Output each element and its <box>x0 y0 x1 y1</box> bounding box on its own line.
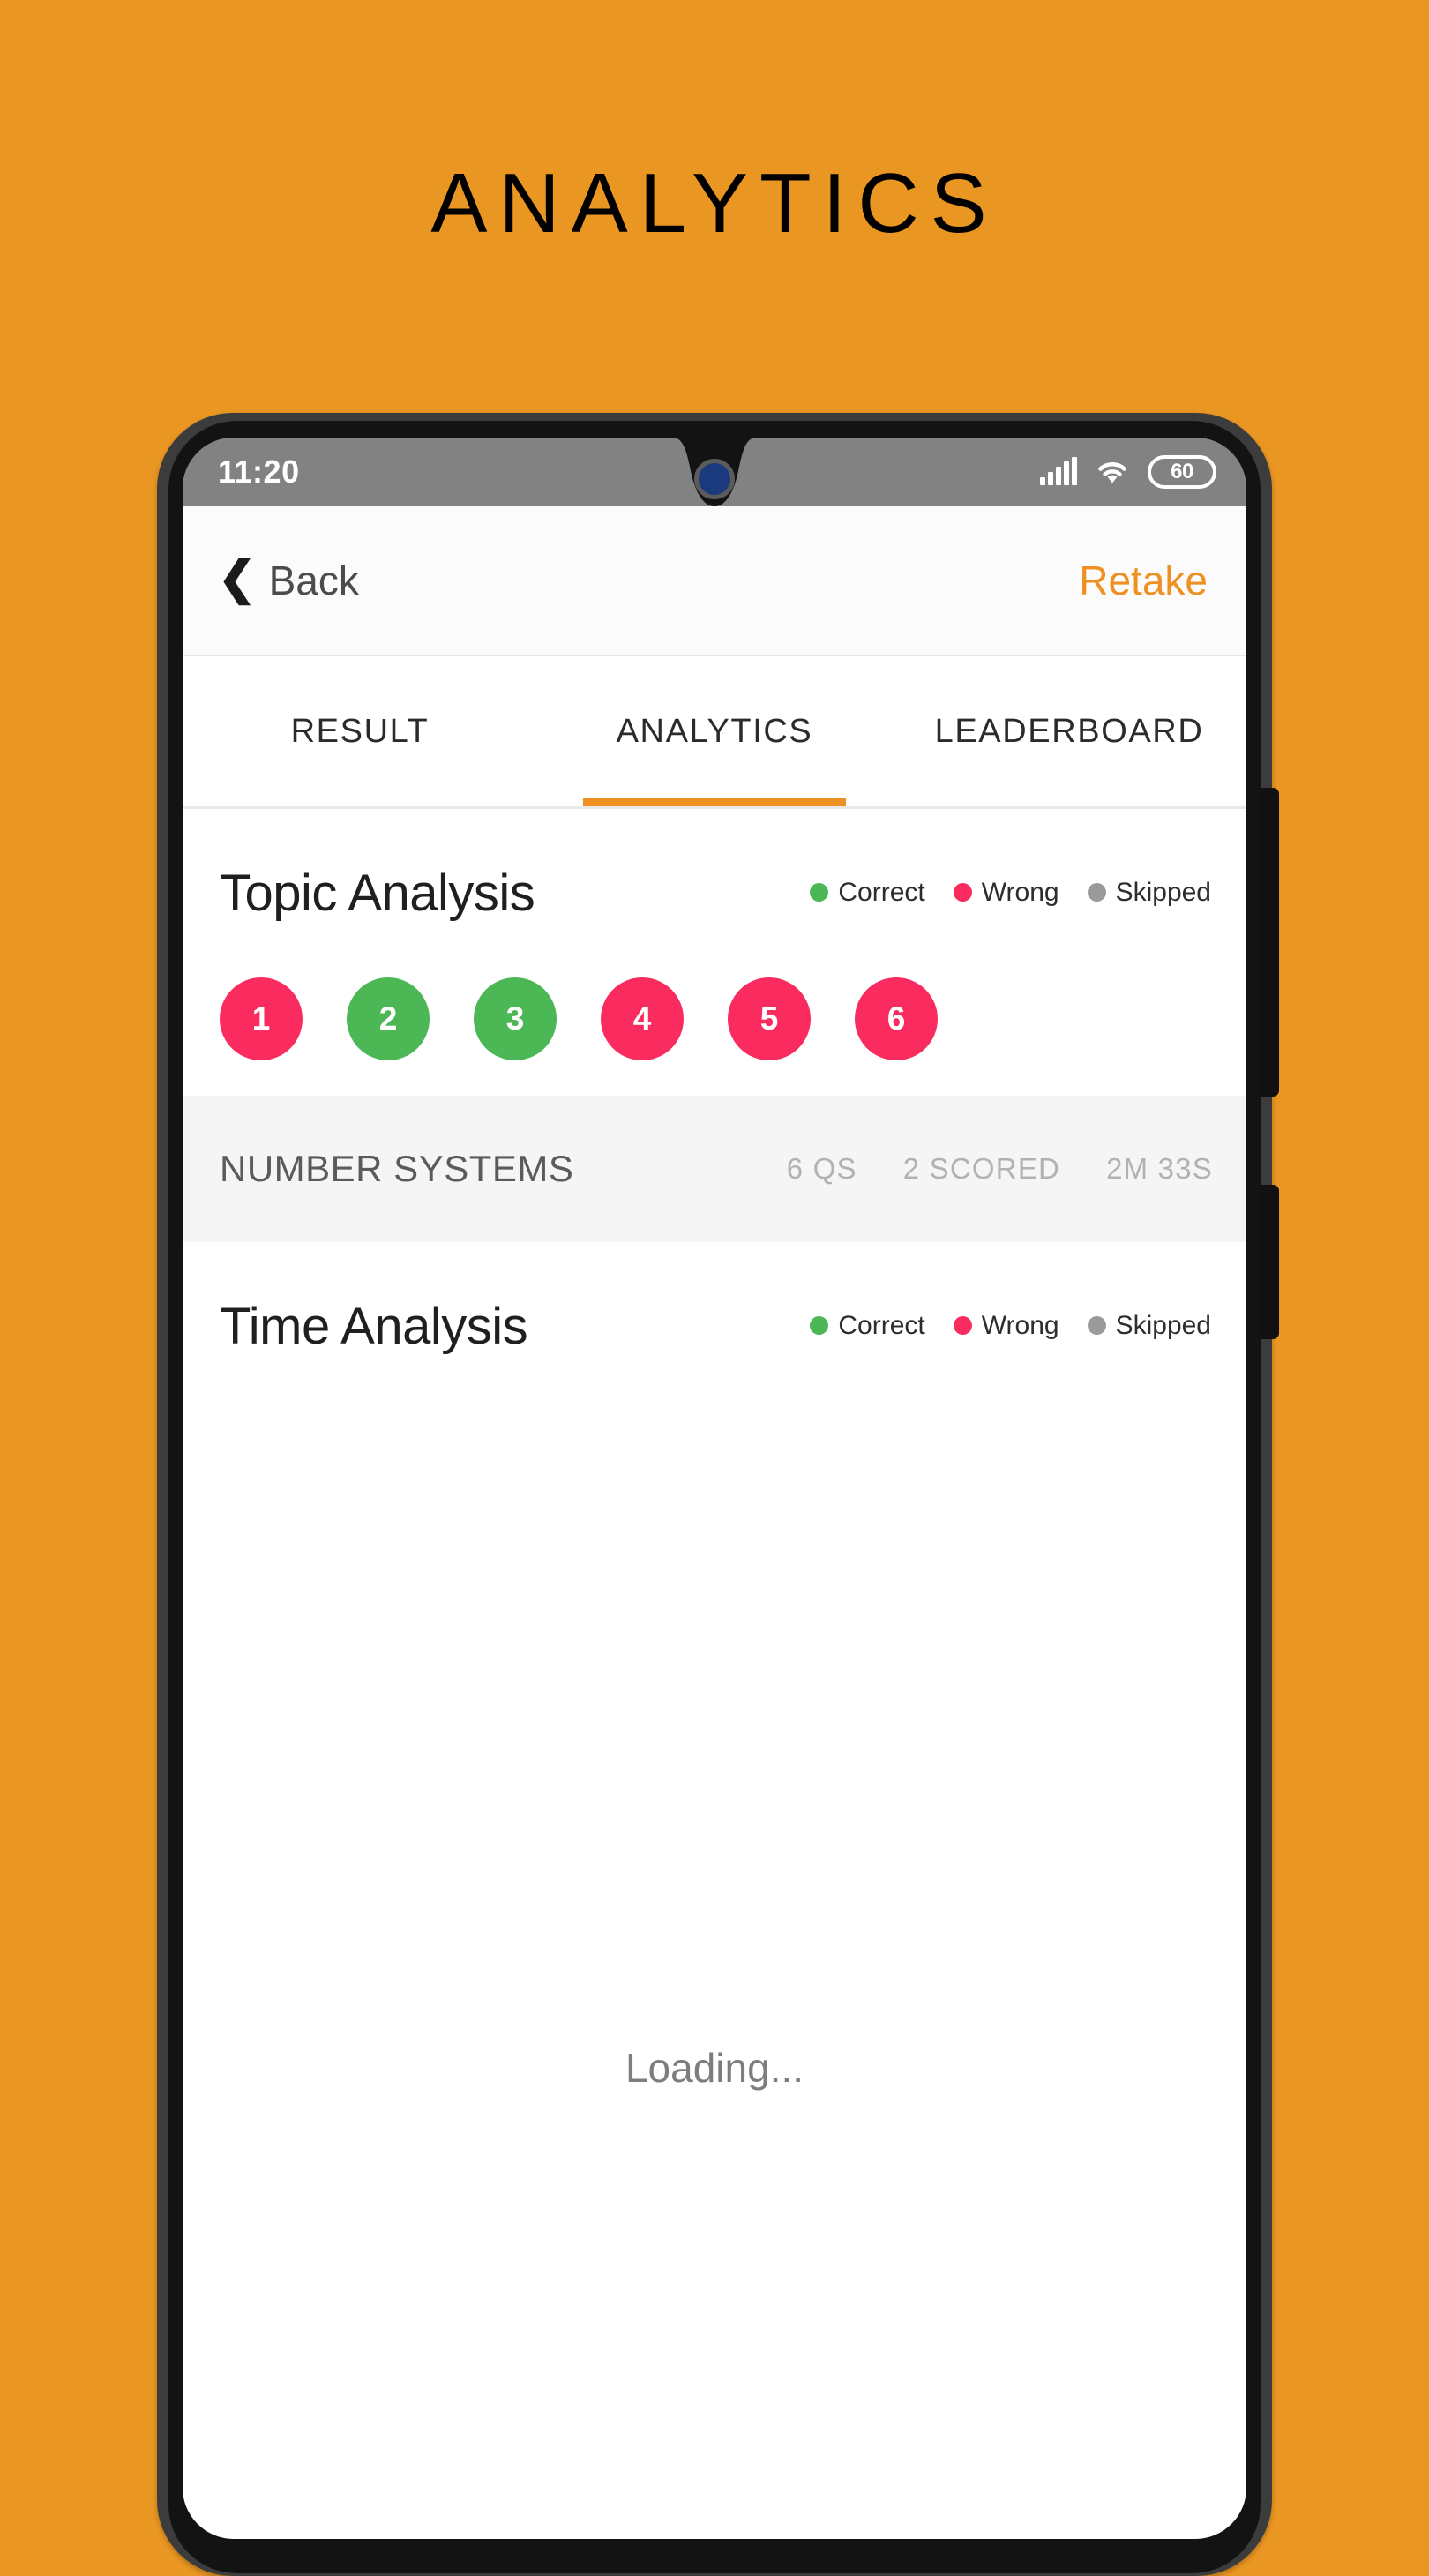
front-camera-icon <box>694 459 735 499</box>
topic-analysis-title: Topic Analysis <box>220 865 535 922</box>
legend-item-wrong: Wrong <box>953 1310 1059 1341</box>
battery-level: 60 <box>1171 460 1193 483</box>
legend-item-skipped: Skipped <box>1087 877 1211 908</box>
question-bubble-list: 1 2 3 4 5 6 <box>183 923 1246 1096</box>
legend-item-correct: Correct <box>810 877 925 908</box>
topic-stat-time: 2M 33S <box>1106 1152 1213 1185</box>
wifi-icon <box>1095 459 1130 485</box>
legend-item-skipped: Skipped <box>1087 1310 1211 1341</box>
question-bubble[interactable]: 6 <box>855 977 938 1060</box>
question-bubble[interactable]: 2 <box>347 977 430 1060</box>
battery-icon: 60 <box>1148 455 1216 489</box>
legend-dot-wrong-icon <box>953 1316 972 1335</box>
topic-name: NUMBER SYSTEMS <box>220 1148 574 1189</box>
tab-leaderboard[interactable]: LEADERBOARD <box>892 656 1246 806</box>
legend-item-correct: Correct <box>810 1310 925 1341</box>
page-root: ANALYTICS 11:20 60 ❮ Back Retake RESULT … <box>0 0 1429 2576</box>
topic-analysis-header: Topic Analysis Correct Wrong Skipped <box>183 809 1246 923</box>
legend-item-wrong: Wrong <box>953 877 1059 908</box>
legend-dot-skipped-icon <box>1087 883 1106 902</box>
signal-bars-icon <box>1040 457 1077 485</box>
tab-analytics[interactable]: ANALYTICS <box>537 656 892 806</box>
topic-stat-questions: 6 QS <box>786 1152 857 1185</box>
legend-label-skipped: Skipped <box>1115 1310 1211 1340</box>
time-analysis-title: Time Analysis <box>220 1298 528 1355</box>
status-icons: 60 <box>1040 455 1216 489</box>
topic-summary-row[interactable]: NUMBER SYSTEMS 6 QS 2 SCORED 2M 33S <box>183 1096 1246 1242</box>
legend-dot-skipped-icon <box>1087 1316 1106 1335</box>
page-title: ANALYTICS <box>430 156 999 251</box>
chevron-left-icon: ❮ <box>218 553 257 604</box>
question-bubble[interactable]: 1 <box>220 977 303 1060</box>
time-analysis-chart-area <box>183 1356 1246 2044</box>
legend-label-wrong: Wrong <box>981 1310 1059 1340</box>
legend-dot-wrong-icon <box>953 883 972 902</box>
topic-stats: 6 QS 2 SCORED 2M 33S <box>787 1152 1213 1186</box>
time-analysis-header: Time Analysis Correct Wrong Skipped <box>183 1242 1246 1356</box>
legend-dot-correct-icon <box>810 1316 829 1335</box>
legend-label-correct: Correct <box>838 1310 925 1340</box>
power-button[interactable] <box>1261 1185 1279 1339</box>
retake-button[interactable]: Retake <box>1079 557 1208 604</box>
topic-stat-scored: 2 SCORED <box>902 1152 1061 1185</box>
status-time: 11:20 <box>218 453 300 490</box>
time-analysis-legend: Correct Wrong Skipped <box>810 1311 1211 1343</box>
legend-label-correct: Correct <box>838 877 925 907</box>
legend-label-wrong: Wrong <box>981 877 1059 907</box>
question-bubble[interactable]: 3 <box>474 977 557 1060</box>
phone-device: 11:20 60 ❮ Back Retake RESULT ANALYTICS … <box>157 413 1279 2576</box>
back-button[interactable]: ❮ Back <box>218 553 359 604</box>
question-bubble[interactable]: 4 <box>601 977 684 1060</box>
time-analysis-section: Time Analysis Correct Wrong Skipped Load… <box>183 1242 1246 2115</box>
legend-dot-correct-icon <box>810 883 829 902</box>
status-bar: 11:20 60 <box>183 438 1246 506</box>
question-bubble[interactable]: 5 <box>728 977 811 1060</box>
legend-label-skipped: Skipped <box>1115 877 1211 907</box>
volume-button[interactable] <box>1261 788 1279 1097</box>
loading-text: Loading... <box>625 2045 804 2091</box>
back-button-label: Back <box>268 558 359 603</box>
tab-bar: RESULT ANALYTICS LEADERBOARD <box>183 656 1246 809</box>
topic-analysis-legend: Correct Wrong Skipped <box>810 878 1211 910</box>
phone-screen: 11:20 60 ❮ Back Retake RESULT ANALYTICS … <box>183 438 1246 2539</box>
content-area: Topic Analysis Correct Wrong Skipped 1 2… <box>183 809 1246 2115</box>
app-bar: ❮ Back Retake <box>183 506 1246 656</box>
tab-result[interactable]: RESULT <box>183 656 537 806</box>
